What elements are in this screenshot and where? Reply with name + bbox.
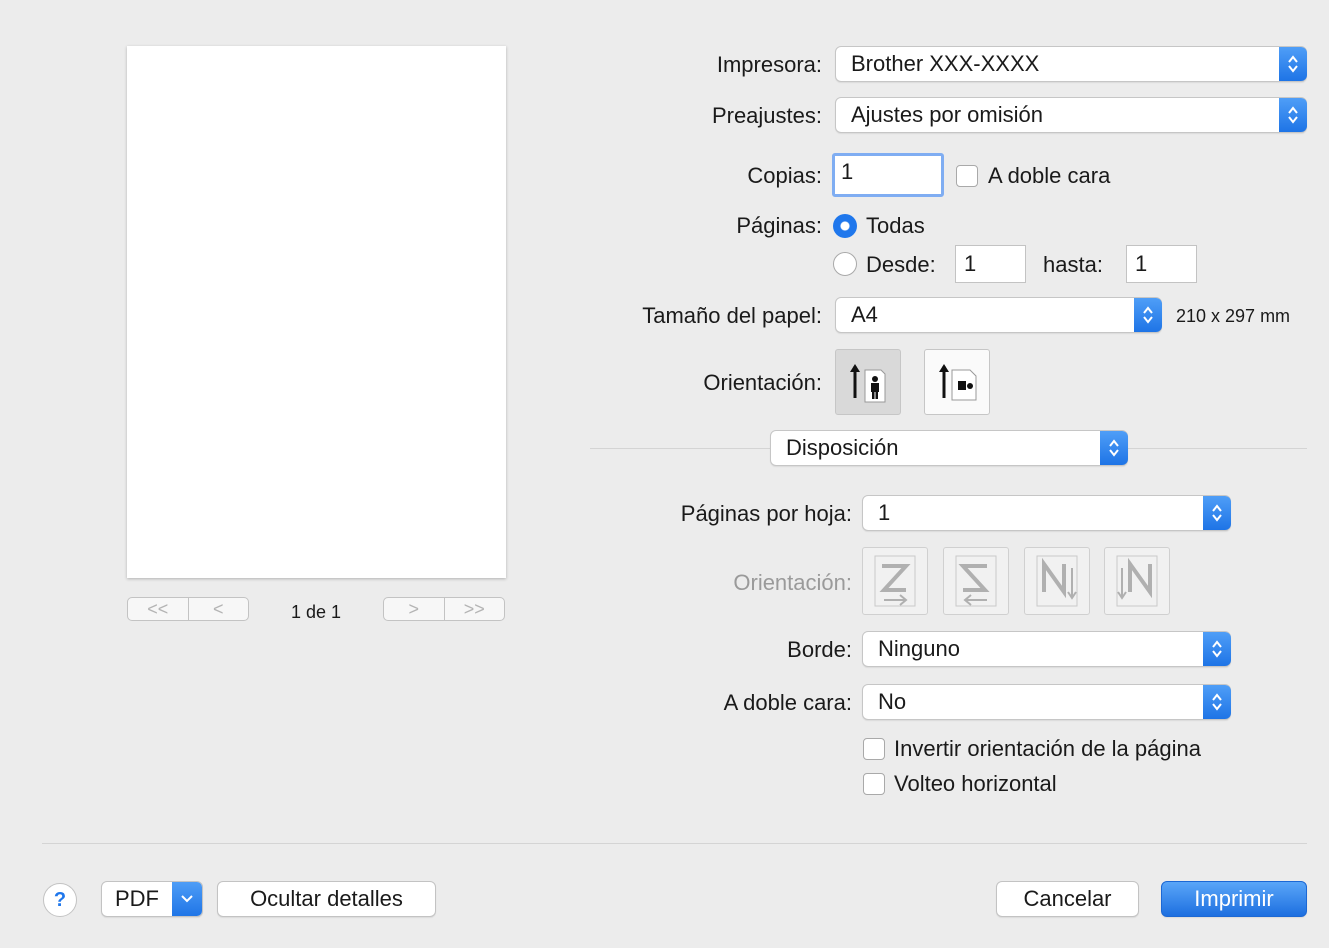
hide-details-button[interactable]: Ocultar detalles [217,881,436,917]
landscape-icon [939,364,977,401]
printer-value: Brother XXX-XXXX [851,51,1040,76]
copies-label: Copias: [747,163,822,188]
pages-per-sheet-select[interactable]: 1 [862,495,1231,531]
presets-value: Ajustes por omisión [851,102,1043,127]
section-value: Disposición [786,435,899,460]
pages-per-sheet-value: 1 [878,500,891,525]
orientation-label: Orientación: [703,370,822,395]
two-sided-value: No [878,689,907,714]
updown-arrows-icon [1279,47,1307,81]
duplex-checkbox[interactable] [956,165,978,187]
updown-arrows-icon [1203,632,1231,666]
updown-arrows-icon [1203,496,1231,530]
presets-label: Preajustes: [711,103,822,128]
layout-direction-label: Orientación: [733,570,852,595]
last-page-button[interactable]: >> [443,598,505,620]
footer-divider [42,843,1307,844]
presets-select[interactable]: Ajustes por omisión [835,97,1307,133]
chevron-down-icon [172,882,202,916]
paper-size-label: Tamaño del papel: [642,303,822,328]
updown-arrows-icon [1100,431,1128,465]
two-sided-select[interactable]: No [862,684,1231,720]
horizontal-flip-checkbox[interactable] [863,773,885,795]
paper-size-value: A4 [851,302,878,327]
pages-label: Páginas: [736,213,822,238]
reverse-n-order-icon [1116,555,1158,607]
help-button[interactable]: ? [43,883,77,917]
cancel-button[interactable]: Cancelar [996,881,1139,917]
preview-forward-nav: > >> [383,597,505,621]
first-page-button[interactable]: << [128,598,188,620]
updown-arrows-icon [1134,298,1162,332]
pages-to-label: hasta: [1043,252,1103,277]
preview-back-nav: << < [127,597,249,621]
pages-all-label: Todas [866,213,925,238]
section-select[interactable]: Disposición [770,430,1128,466]
z-order-button[interactable] [862,547,928,615]
printer-label: Impresora: [716,52,822,77]
previous-page-button[interactable]: < [187,598,249,620]
landscape-button[interactable] [924,349,990,415]
print-button[interactable]: Imprimir [1161,881,1307,917]
updown-arrows-icon [1279,98,1307,132]
next-page-button[interactable]: > [384,598,444,620]
border-value: Ninguno [878,636,960,661]
pages-from-label: Desde: [866,252,936,277]
two-sided-label: A doble cara: [723,690,852,715]
pages-all-radio[interactable] [833,214,857,238]
n-order-button[interactable] [1024,547,1090,615]
page-indicator: 1 de 1 [290,602,342,622]
reverse-orientation-label: Invertir orientación de la página [894,736,1201,761]
copies-input[interactable]: 1 [832,153,944,197]
portrait-button[interactable] [835,349,901,415]
portrait-icon [850,364,886,403]
reverse-z-order-button[interactable] [943,547,1009,615]
pages-range-radio[interactable] [833,252,857,276]
updown-arrows-icon [1203,685,1231,719]
reverse-z-order-icon [955,555,997,607]
paper-size-select[interactable]: A4 [835,297,1162,333]
paper-dimensions: 210 x 297 mm [1176,306,1291,326]
printer-select[interactable]: Brother XXX-XXXX [835,46,1307,82]
horizontal-flip-label: Volteo horizontal [894,771,1057,796]
reverse-n-order-button[interactable] [1104,547,1170,615]
pdf-label: PDF [115,886,159,911]
border-label: Borde: [787,637,852,662]
page-preview [127,46,506,578]
z-order-icon [874,555,916,607]
pdf-menu-button[interactable]: PDF [101,881,203,917]
duplex-label: A doble cara [988,163,1111,188]
pages-per-sheet-label: Páginas por hoja: [680,501,852,526]
n-order-icon [1036,555,1078,607]
pages-to-input[interactable]: 1 [1126,245,1197,283]
pages-from-input[interactable]: 1 [955,245,1026,283]
border-select[interactable]: Ninguno [862,631,1231,667]
reverse-orientation-checkbox[interactable] [863,738,885,760]
